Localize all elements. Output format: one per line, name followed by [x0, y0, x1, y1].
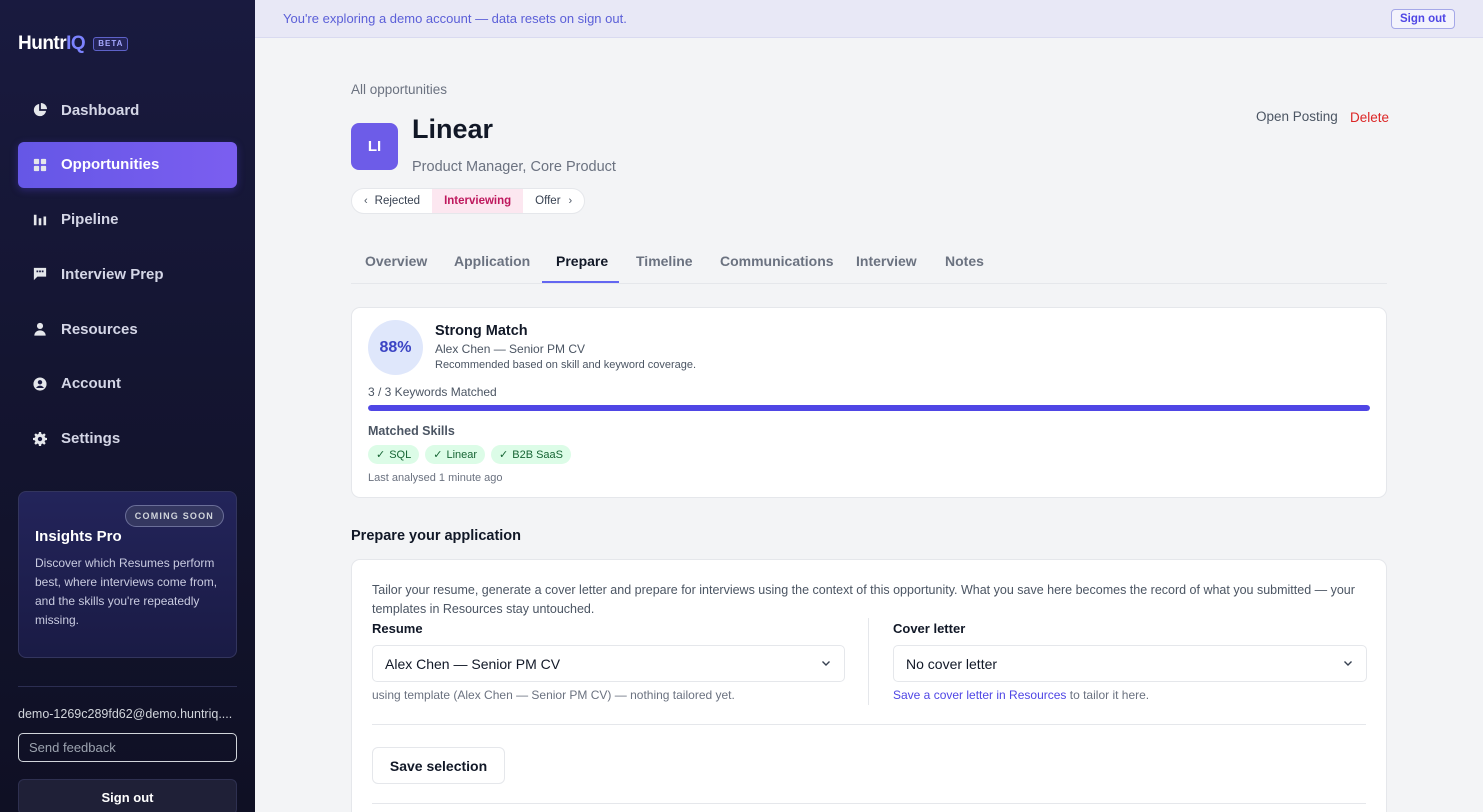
tab-bar: Overview Application Prepare Timeline Co…: [351, 246, 1387, 284]
resume-note: using template (Alex Chen — Senior PM CV…: [372, 688, 735, 702]
company-avatar: LI: [351, 123, 398, 170]
chevron-down-icon: [1344, 661, 1352, 666]
section-divider: [372, 724, 1366, 725]
delete-button[interactable]: Delete: [1350, 110, 1389, 125]
tab-communications[interactable]: Communications: [720, 246, 834, 284]
stage-next-button[interactable]: Offer ›: [523, 189, 584, 213]
match-recommendation: Recommended based on skill and keyword c…: [435, 359, 697, 371]
sidebar-item-label: Account: [61, 375, 121, 393]
sidebar-item-dashboard[interactable]: Dashboard: [18, 87, 237, 133]
resume-select-value: Alex Chen — Senior PM CV: [385, 655, 561, 672]
promo-title: Insights Pro: [35, 528, 122, 545]
match-score: 88%: [368, 320, 423, 375]
sidebar-item-label: Dashboard: [61, 101, 140, 119]
check-icon: ✓: [433, 449, 443, 461]
chat-icon: [33, 267, 47, 281]
keywords-matched: 3 / 3 Keywords Matched: [368, 385, 497, 399]
sidebar-item-resources[interactable]: Resources: [18, 306, 237, 352]
save-cover-letter-link[interactable]: Save a cover letter in Resources: [893, 688, 1066, 702]
stage-switcher: ‹ Rejected Interviewing Offer ›: [351, 188, 586, 214]
skill-chip: ✓ B2B SaaS: [491, 445, 572, 464]
demo-banner: You're exploring a demo account — data r…: [255, 0, 1483, 38]
match-resume: Alex Chen — Senior PM CV: [435, 342, 586, 356]
sidebar-item-settings[interactable]: Settings: [18, 416, 237, 462]
resume-label: Resume: [372, 621, 423, 636]
pie-chart-icon: [33, 103, 47, 117]
chevron-right-icon: ›: [568, 195, 573, 207]
user-email: demo-1269c289fd62@demo.huntriq....: [18, 707, 233, 721]
prepare-description: Tailor your resume, generate a cover let…: [372, 583, 1355, 616]
active-tab-indicator: [542, 281, 619, 283]
sidebar-item-label: Interview Prep: [61, 265, 164, 283]
cover-letter-note: Save a cover letter in Resources to tail…: [893, 688, 1149, 702]
sidebar-nav: Dashboard Opportunities Pipeline Intervi…: [18, 87, 237, 471]
stage-prev-label: Rejected: [374, 195, 421, 207]
prepare-section-title: Prepare your application: [351, 528, 522, 544]
section-divider: [372, 803, 1366, 804]
cover-letter-select-value: No cover letter: [906, 655, 998, 672]
tab-overview[interactable]: Overview: [365, 246, 427, 284]
tab-prepare[interactable]: Prepare: [556, 246, 608, 284]
sidebar-item-pipeline[interactable]: Pipeline: [18, 197, 237, 243]
banner-sign-out-button[interactable]: Sign out: [1391, 9, 1455, 29]
resume-select[interactable]: Alex Chen — Senior PM CV: [372, 645, 845, 682]
grid-icon: [33, 158, 47, 172]
last-analysed: Last analysed 1 minute ago: [368, 472, 503, 484]
beta-badge: BETA: [93, 37, 129, 51]
match-card: 88% Strong Match Alex Chen — Senior PM C…: [351, 307, 1387, 498]
skill-chip: ✓ Linear: [425, 445, 486, 464]
demo-banner-text: You're exploring a demo account — data r…: [283, 11, 627, 26]
coming-soon-badge: COMING SOON: [124, 505, 224, 527]
sidebar-item-account[interactable]: Account: [18, 361, 237, 407]
sidebar-sign-out-button[interactable]: Sign out: [18, 779, 237, 812]
sidebar-item-opportunities[interactable]: Opportunities: [18, 141, 237, 188]
matched-skills-label: Matched Skills: [368, 424, 455, 438]
column-divider: [868, 618, 869, 705]
account-circle-icon: [33, 377, 47, 391]
tab-timeline[interactable]: Timeline: [636, 246, 693, 284]
matched-skills-list: ✓ SQL ✓ Linear ✓ B2B SaaS: [368, 445, 572, 464]
stage-prev-button[interactable]: ‹ Rejected: [352, 189, 432, 213]
job-role: Product Manager, Core Product: [412, 159, 616, 175]
promo-text: Discover which Resumes perform best, whe…: [35, 556, 218, 627]
cover-letter-select[interactable]: No cover letter: [893, 645, 1367, 682]
sidebar: HuntrIQ BETA Dashboard Opportunities Pip…: [0, 0, 255, 812]
sidebar-item-interview-prep[interactable]: Interview Prep: [18, 251, 237, 297]
sidebar-divider: [18, 686, 237, 687]
keywords-progress-fill: [368, 405, 1370, 411]
chevron-left-icon: ‹: [364, 195, 368, 207]
feedback-input[interactable]: [18, 733, 237, 762]
check-icon: ✓: [499, 449, 509, 461]
match-title: Strong Match: [435, 323, 528, 339]
insights-pro-promo: COMING SOON Insights Pro Discover which …: [18, 491, 237, 658]
chevron-down-icon: [822, 661, 830, 666]
tab-notes[interactable]: Notes: [945, 246, 984, 284]
logo-text: HuntrIQ: [18, 33, 86, 54]
tab-interview[interactable]: Interview: [856, 246, 917, 284]
skill-chip: ✓ SQL: [368, 445, 420, 464]
save-selection-button[interactable]: Save selection: [372, 747, 505, 784]
keywords-progress-bar: [368, 405, 1370, 411]
cover-letter-note-text: to tailor it here.: [1066, 688, 1150, 702]
cover-letter-label: Cover letter: [893, 621, 966, 636]
sidebar-item-label: Opportunities: [61, 156, 160, 174]
prepare-card: Tailor your resume, generate a cover let…: [351, 559, 1387, 812]
tab-application[interactable]: Application: [454, 246, 530, 284]
gear-icon: [33, 431, 47, 446]
sidebar-item-label: Settings: [61, 430, 121, 448]
user-icon: [33, 322, 47, 336]
page-title: Linear: [412, 114, 494, 144]
stage-current: Interviewing: [432, 189, 524, 213]
sidebar-item-label: Pipeline: [61, 211, 119, 229]
breadcrumb[interactable]: All opportunities: [351, 82, 447, 97]
check-icon: ✓: [376, 449, 386, 461]
app-logo[interactable]: HuntrIQ BETA: [18, 32, 129, 56]
stage-next-label: Offer: [535, 195, 561, 207]
sidebar-item-label: Resources: [61, 320, 138, 338]
bar-chart-icon: [33, 213, 47, 227]
open-posting-link[interactable]: Open Posting: [1256, 109, 1338, 124]
